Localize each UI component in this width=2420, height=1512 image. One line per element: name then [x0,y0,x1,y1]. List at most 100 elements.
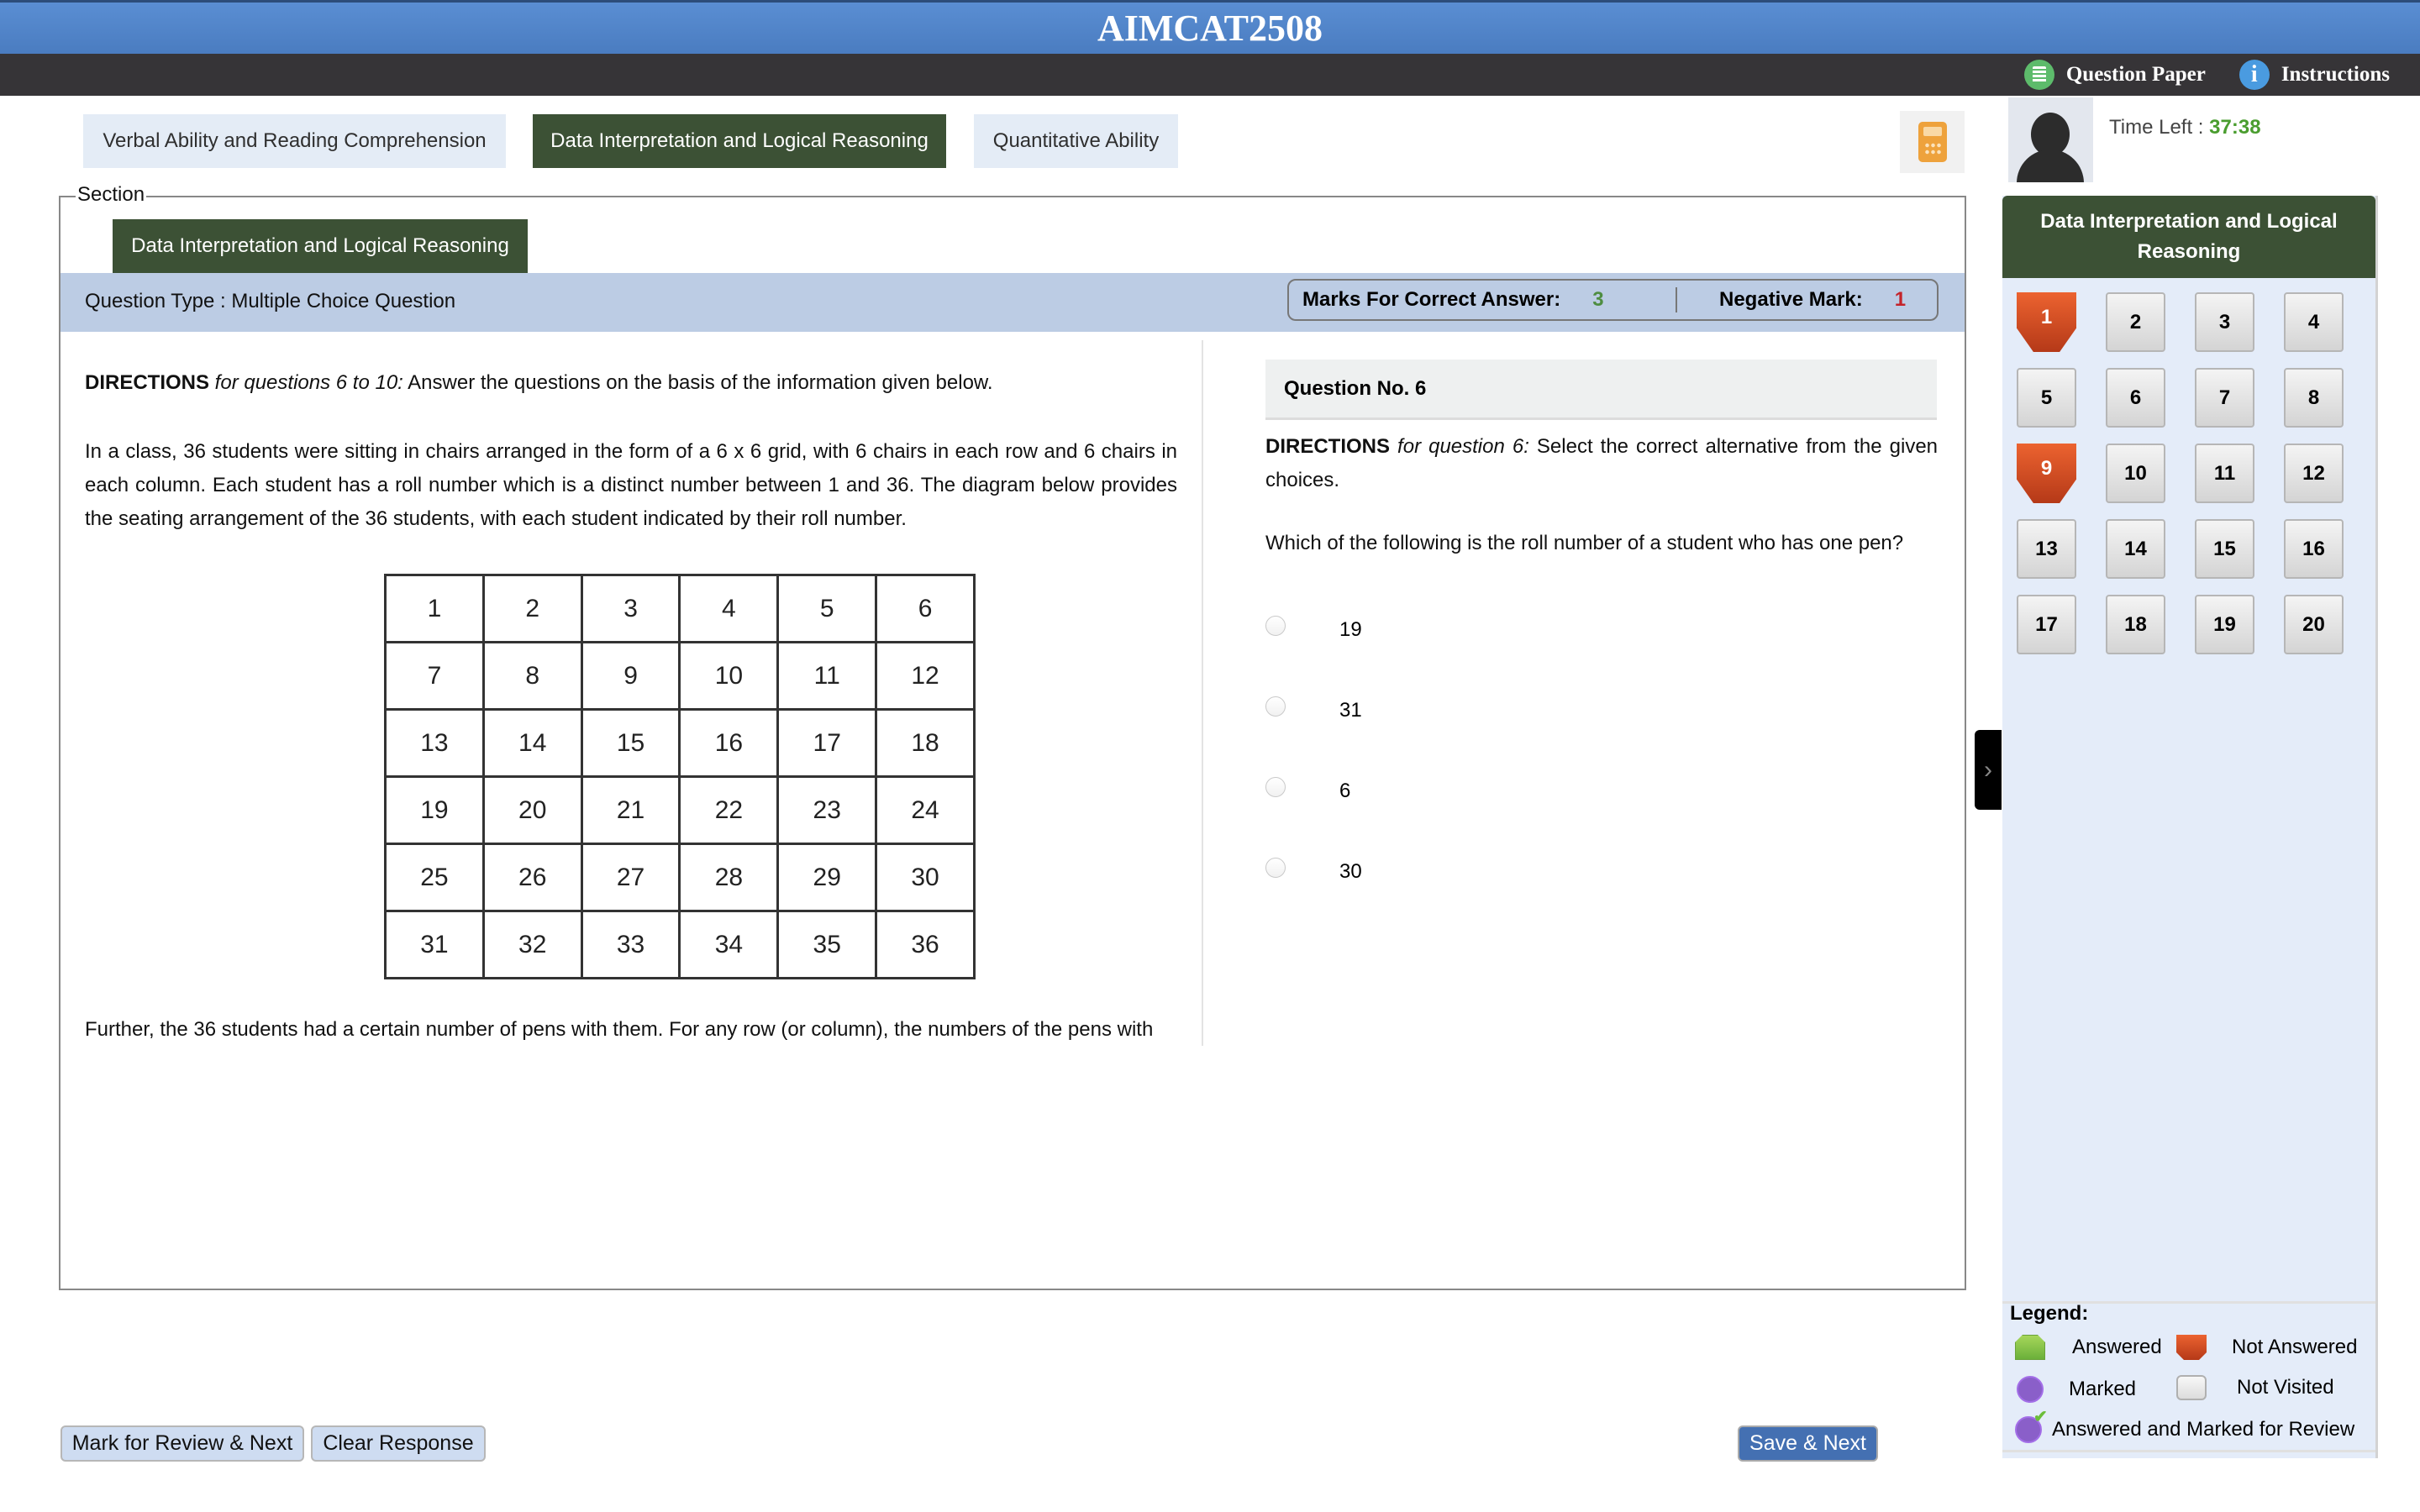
option-label: 6 [1339,780,1351,802]
option-4[interactable]: 30 [1265,858,1362,884]
grid-cell: 36 [875,910,976,979]
grid-cell: 20 [481,775,583,845]
mark-for-review-next-button[interactable]: Mark for Review & Next [60,1425,304,1462]
question-button-8[interactable]: 8 [2284,368,2344,428]
question-button-18[interactable]: 18 [2106,595,2165,654]
question-button-4[interactable]: 4 [2284,292,2344,352]
tab-verbal-ability[interactable]: Verbal Ability and Reading Comprehension [83,114,506,168]
option-label: 19 [1339,618,1362,641]
question-button-17[interactable]: 17 [2017,595,2076,654]
grid-cell: 31 [384,910,485,979]
grid-cell: 30 [875,843,976,912]
grid-cell: 19 [384,775,485,845]
grid-cell: 13 [384,708,485,778]
grid-cell: 6 [875,574,976,643]
question-text: Which of the following is the roll numbe… [1265,532,1904,554]
grid-cell: 21 [580,775,681,845]
option-radio[interactable] [1265,696,1286,717]
time-left-value: 37:38 [2209,116,2261,139]
grid-cell: 8 [481,641,583,711]
legend-marked: Marked [2017,1376,2136,1403]
grid-cell: 14 [481,708,583,778]
grid-cell: 27 [580,843,681,912]
calculator-icon [1918,122,1947,162]
top-nav-bar: Question Paper i Instructions [0,54,2420,96]
grid-row: 123456 [384,574,976,643]
question-button-13[interactable]: 13 [2017,519,2076,579]
question-button-16[interactable]: 16 [2284,519,2344,579]
grid-cell: 11 [776,641,878,711]
marks-correct-label: Marks For Correct Answer: [1302,288,1561,311]
grid-row: 7 8 9 10 11 12 [384,641,976,711]
palette-header: Data Interpretation and Logical Reasonin… [2002,196,2375,278]
option-label: 31 [1339,699,1362,722]
grid-cell: 34 [678,910,780,979]
grid-cell: 29 [776,843,878,912]
grid-row: 19 20 21 22 23 24 [384,775,976,845]
question-button-6[interactable]: 6 [2106,368,2165,428]
passage-paragraph-1: In a class, 36 students were sitting in … [85,440,1177,530]
grid-cell: 18 [875,708,976,778]
question-button-20[interactable]: 20 [2284,595,2344,654]
question-type: Question Type : Multiple Choice Question [85,290,456,312]
question-button-5[interactable]: 5 [2017,368,2076,428]
question-button-12[interactable]: 12 [2284,444,2344,503]
grid-cell: 33 [580,910,681,979]
collapse-palette-button[interactable]: › [1975,730,2002,810]
grid-cell: 28 [678,843,780,912]
question-button-3[interactable]: 3 [2195,292,2254,352]
pane-divider[interactable] [1202,340,1203,1046]
grid-cell: 32 [481,910,583,979]
legend-not-visited: Not Visited [2176,1375,2334,1400]
option-2[interactable]: 31 [1265,696,1362,722]
instructions-link[interactable]: i Instructions [2238,60,2390,90]
option-radio[interactable] [1265,858,1286,878]
clear-response-button[interactable]: Clear Response [311,1425,486,1462]
candidate-avatar [2008,97,2093,182]
option-radio[interactable] [1265,777,1286,797]
grid-row: 31 32 33 34 35 36 [384,910,976,979]
legend-title: Legend: [2010,1302,2089,1325]
section-legend: Section [76,183,147,207]
calculator-button[interactable] [1900,111,1965,173]
grid-cell: 9 [580,641,681,711]
answered-marked-swatch-icon: ✔ [2015,1408,2048,1443]
grid-cell: 10 [678,641,780,711]
legend-answered: Answered [2015,1335,2162,1360]
option-radio[interactable] [1265,616,1286,636]
tab-data-interpretation[interactable]: Data Interpretation and Logical Reasonin… [533,114,946,168]
grid-cell: 22 [678,775,780,845]
grid-cell: 15 [580,708,681,778]
option-3[interactable]: 6 [1265,777,1351,803]
grid-cell: 35 [776,910,878,979]
grid-cell: 23 [776,775,878,845]
question-button-15[interactable]: 15 [2195,519,2254,579]
section-inner-tab[interactable]: Data Interpretation and Logical Reasonin… [113,219,528,273]
grid-row: 25 26 27 28 29 30 [384,843,976,912]
legend-not-answered: Not Answered [2176,1335,2357,1360]
grid-cell: 17 [776,708,878,778]
save-next-button[interactable]: Save & Next [1738,1425,1878,1462]
question-button-7[interactable]: 7 [2195,368,2254,428]
seating-grid: 1 2 3 4 5 6 7 8 9 10 11 12 13 14 15 16 17 18 19 20 21 22 23 24 2… [384,574,976,979]
negative-mark-value: 1 [1894,288,1907,311]
marks-info-box: Marks For Correct Answer: 3 Negative Mar… [1287,279,1939,321]
question-paper-link[interactable]: Question Paper [2023,60,2206,90]
grid-cell: 12 [875,641,976,711]
negative-mark-label: Negative Mark: [1719,288,1863,311]
tab-quantitative-ability[interactable]: Quantitative Ability [974,114,1178,168]
time-left-label: Time Left : [2109,116,2210,139]
option-1[interactable]: 19 [1265,616,1362,642]
question-paper-label: Question Paper [2065,63,2206,86]
instructions-label: Instructions [2281,63,2390,86]
passage-directions: DIRECTIONS for questions 6 to 10: Answer… [85,371,993,394]
grid-cell: 2 [481,574,583,643]
grid-cell: 24 [875,775,976,845]
question-button-2[interactable]: 2 [2106,292,2165,352]
question-button-19[interactable]: 19 [2195,595,2254,654]
question-button-11[interactable]: 11 [2195,444,2254,503]
grid-cell: 3 [580,574,681,643]
marks-correct-value: 3 [1592,288,1604,311]
question-button-10[interactable]: 10 [2106,444,2165,503]
question-button-14[interactable]: 14 [2106,519,2165,579]
